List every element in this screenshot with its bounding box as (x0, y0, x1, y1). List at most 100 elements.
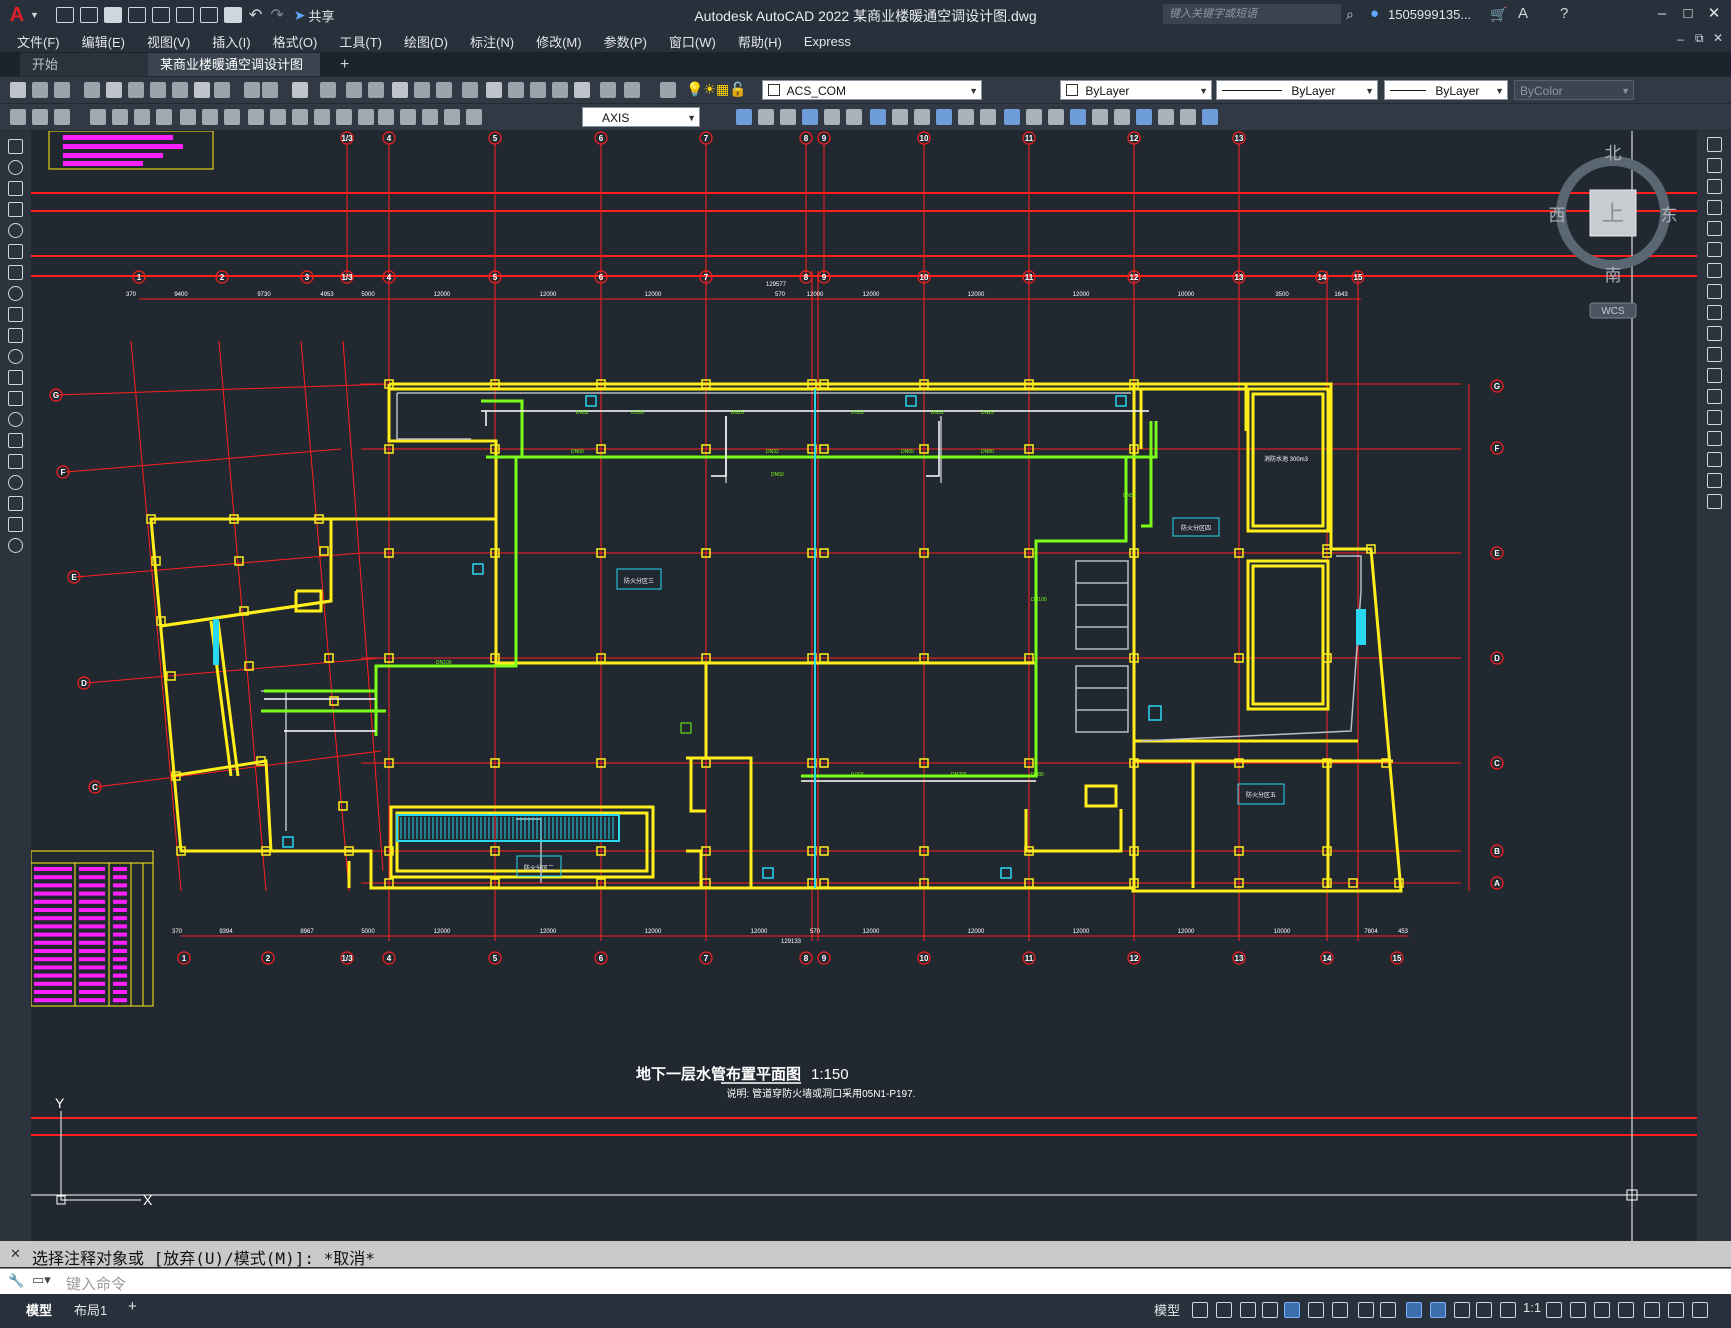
insert-block-icon[interactable] (8, 370, 23, 385)
rectangle-icon[interactable] (8, 223, 23, 238)
explode-icon[interactable] (1707, 494, 1722, 509)
rotate-icon[interactable] (846, 109, 862, 125)
menu-file[interactable]: 文件(F) (6, 32, 71, 51)
chamfer-icon[interactable] (1707, 431, 1722, 446)
dim-break-icon[interactable] (314, 109, 330, 125)
viewcube-west[interactable]: 西 (1549, 206, 1566, 225)
preview-icon[interactable] (106, 82, 122, 98)
mtext-icon[interactable] (8, 517, 23, 532)
viewcube[interactable]: 上 北 南 东 西 WCS (1549, 144, 1678, 319)
app-menu-arrow-icon[interactable]: ▼ (30, 10, 39, 20)
layer-combo[interactable]: ACS_COM ▼ (762, 80, 982, 100)
fullscreen-icon[interactable] (1692, 1302, 1708, 1318)
redo-icon[interactable] (320, 82, 336, 98)
model-space-toggle[interactable]: 模型 (1154, 1300, 1180, 1319)
close-button[interactable]: ✕ (1702, 4, 1726, 24)
stretch-icon[interactable] (892, 109, 908, 125)
osnap-icon[interactable] (1358, 1302, 1374, 1318)
dim-text-edit-icon[interactable] (444, 109, 460, 125)
fillet-icon[interactable] (1026, 109, 1042, 125)
explode-icon[interactable] (1048, 109, 1064, 125)
erase-icon[interactable] (1070, 109, 1086, 125)
markup-icon[interactable] (530, 82, 546, 98)
layer-state-icons[interactable]: 💡☀▦🔓 (686, 81, 747, 98)
search-icon[interactable]: ⌕ (1346, 6, 1354, 23)
publish-icon[interactable] (128, 82, 144, 98)
block-icon[interactable] (262, 82, 278, 98)
undo-icon[interactable] (292, 82, 308, 98)
extend-icon[interactable] (1707, 347, 1722, 362)
osnap-track-icon[interactable] (1332, 1302, 1348, 1318)
add-layout-icon[interactable]: + (128, 1298, 137, 1315)
trim-icon[interactable] (914, 109, 930, 125)
copy-object-icon[interactable] (1707, 158, 1722, 173)
image-icon[interactable] (1202, 109, 1218, 125)
xref-icon[interactable] (1180, 109, 1196, 125)
polygon-icon[interactable] (8, 202, 23, 217)
draworder-icon[interactable] (1092, 109, 1108, 125)
tab-document[interactable]: 某商业楼暖通空调设计图* ✕ (148, 53, 320, 95)
dim-update-icon[interactable] (466, 109, 482, 125)
calc-icon[interactable] (574, 82, 590, 98)
paste-icon[interactable] (214, 82, 230, 98)
doc-close-button[interactable]: ✕ (1713, 31, 1723, 45)
zoom-previous-icon[interactable] (414, 82, 430, 98)
autodesk-app-icon[interactable]: A (1518, 5, 1528, 22)
viewcube-south[interactable]: 南 (1605, 266, 1622, 285)
autocad-logo-icon[interactable]: A (4, 0, 30, 30)
polar-icon[interactable] (1284, 1302, 1300, 1318)
join-icon[interactable] (980, 109, 996, 125)
save-icon[interactable] (103, 7, 122, 23)
fillet-icon[interactable] (1707, 452, 1722, 467)
help-icon[interactable]: ? (1560, 5, 1568, 22)
tab-start[interactable]: 开始 (20, 53, 148, 76)
annotation-scale[interactable]: 1:1 (1523, 1300, 1541, 1315)
zoom-realtime-icon[interactable] (368, 82, 384, 98)
share-label[interactable]: 共享 (308, 6, 334, 25)
zoom-window-icon[interactable] (392, 82, 408, 98)
ortho-icon[interactable] (1262, 1302, 1278, 1318)
dropdown-icon[interactable] (1240, 1302, 1256, 1318)
menu-window[interactable]: 窗口(W) (658, 32, 727, 51)
break-icon[interactable] (958, 109, 974, 125)
properties-icon[interactable] (436, 82, 452, 98)
isolate-icon[interactable] (1644, 1302, 1660, 1318)
chamfer-icon[interactable] (1004, 109, 1020, 125)
new-tab-button[interactable]: + (328, 53, 361, 76)
open-file-icon[interactable] (79, 7, 98, 23)
quickcalc-icon[interactable] (552, 82, 568, 98)
new-file-icon[interactable] (55, 7, 74, 23)
menu-express[interactable]: Express (793, 34, 862, 49)
menu-insert[interactable]: 插入(I) (201, 32, 261, 51)
join-icon[interactable] (1707, 410, 1722, 425)
circle-icon[interactable] (8, 265, 23, 280)
center-mark-icon[interactable] (358, 109, 374, 125)
command-prompt-icon[interactable]: ▭▾ (32, 1272, 51, 1288)
break-at-point-icon[interactable] (1707, 368, 1722, 383)
save-as-icon[interactable] (127, 7, 146, 23)
quick-props-icon[interactable] (1618, 1302, 1634, 1318)
command-line[interactable]: 🔧 ▭▾ 键入命令 (0, 1268, 1731, 1295)
mirror-icon[interactable] (1707, 179, 1722, 194)
workspace-icon[interactable] (1546, 1302, 1562, 1318)
sheet-set-icon[interactable] (508, 82, 524, 98)
move-icon[interactable] (1707, 242, 1722, 257)
menu-parametric[interactable]: 参数(P) (593, 32, 658, 51)
construction-line-icon[interactable] (8, 160, 23, 175)
dim-aligned-icon[interactable] (54, 109, 70, 125)
layer-states-icon[interactable] (660, 82, 676, 98)
break-icon[interactable] (1707, 389, 1722, 404)
lineweight-icon[interactable] (1380, 1302, 1396, 1318)
copy-icon[interactable] (194, 82, 210, 98)
print-icon[interactable] (223, 7, 242, 23)
blend-icon[interactable] (1707, 473, 1722, 488)
baseline-icon[interactable] (248, 109, 264, 125)
offset-icon[interactable] (780, 109, 796, 125)
block-icon[interactable] (1114, 109, 1130, 125)
save-icon[interactable] (54, 82, 70, 98)
offset-icon[interactable] (1707, 200, 1722, 215)
hardware-accel-icon[interactable] (1668, 1302, 1684, 1318)
add-selected-icon[interactable] (8, 538, 23, 553)
customize-icon[interactable]: 🔧 (8, 1273, 24, 1289)
dim-space-icon[interactable] (292, 109, 308, 125)
